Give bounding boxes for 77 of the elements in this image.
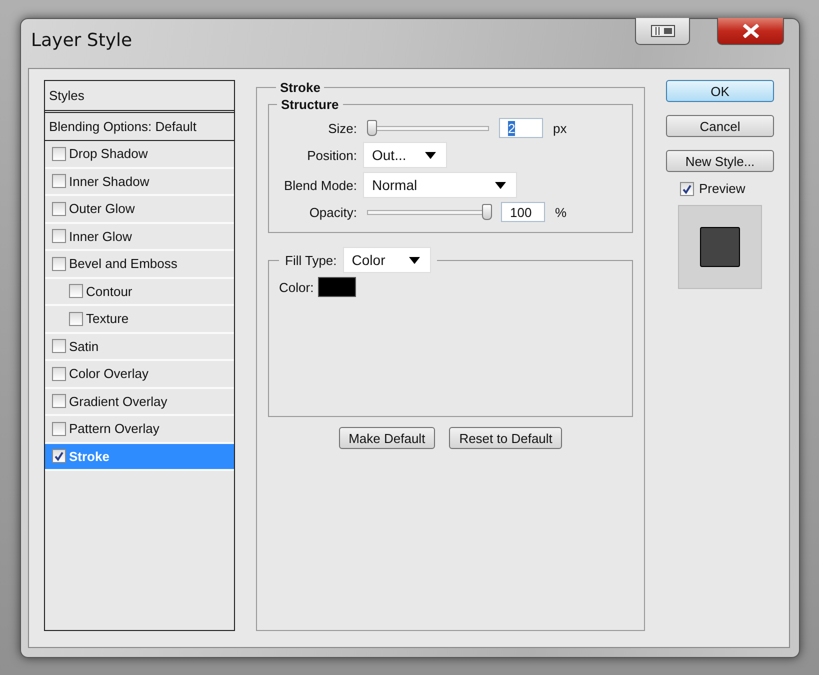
caret-icon (495, 182, 506, 188)
color-swatch[interactable] (318, 277, 356, 297)
style-label: Contour (86, 284, 132, 299)
style-label: Pattern Overlay (69, 421, 160, 436)
number-field[interactable]: 100 (501, 202, 545, 222)
checkbox[interactable] (52, 422, 66, 436)
checkbox[interactable] (52, 256, 66, 271)
field-label: Color: (279, 280, 314, 294)
style-item[interactable]: Inner Shadow (45, 168, 234, 196)
dialog-button[interactable]: OK (666, 80, 774, 102)
dialog-button[interactable]: New Style... (666, 150, 774, 172)
snap-button[interactable] (635, 18, 690, 45)
checkbox[interactable] (52, 394, 66, 408)
close-icon (742, 24, 760, 38)
style-label: Texture (86, 311, 129, 326)
style-item[interactable]: Bevel and Emboss (45, 251, 234, 278)
style-item[interactable]: Satin (45, 334, 234, 361)
caret-icon (425, 152, 436, 158)
window-icon (650, 25, 674, 37)
position-dropdown[interactable]: Out... (363, 142, 447, 168)
group-title: Structure (280, 97, 340, 112)
unit-label: px (553, 120, 567, 136)
field-label: Fill Type: (285, 252, 337, 268)
style-item[interactable]: Outer Glow (45, 196, 234, 224)
style-item[interactable]: Texture (45, 306, 234, 334)
checkmark-icon (682, 184, 692, 194)
checkbox[interactable] (52, 202, 66, 216)
style-label: Inner Shadow (69, 174, 150, 189)
style-label: Gradient Overlay (69, 394, 168, 409)
dropdown-value: Normal (372, 177, 418, 193)
fill-type-dropdown[interactable]: Color (342, 247, 431, 273)
style-label: Satin (69, 338, 99, 354)
style-label: Inner Glow (69, 228, 132, 244)
slider-track[interactable] (367, 204, 491, 220)
blending-options-item[interactable]: Blending Options: Default (45, 113, 234, 141)
style-item[interactable]: Contour (45, 278, 234, 306)
style-label: Color Overlay (69, 366, 148, 382)
field-label: Blend Mode: (283, 178, 358, 192)
checkbox[interactable] (52, 146, 66, 161)
style-label: Bevel and Emboss (69, 256, 178, 272)
styles-header[interactable]: Styles (45, 81, 234, 113)
dropdown-value: Out... (372, 147, 406, 163)
checkbox[interactable] (69, 312, 83, 326)
field-label: Position: (306, 148, 358, 162)
slider-thumb[interactable] (367, 120, 377, 136)
window-title: Layer Style (31, 30, 134, 51)
group-title: Stroke (279, 80, 322, 95)
checkbox[interactable] (52, 366, 66, 381)
style-item[interactable]: Inner Glow (45, 224, 234, 251)
blend-mode-dropdown[interactable]: Normal (363, 172, 517, 198)
style-item[interactable]: Gradient Overlay (45, 388, 234, 416)
style-label: Outer Glow (69, 201, 135, 216)
close-button[interactable] (717, 18, 784, 45)
preview-square (700, 227, 740, 267)
default-button[interactable]: Make Default (338, 427, 436, 449)
style-item[interactable]: Color Overlay (45, 361, 234, 388)
field-label: Opacity: (308, 204, 358, 220)
field-label: Size: (327, 120, 358, 136)
style-label: Stroke (69, 448, 110, 464)
checkbox[interactable] (680, 182, 694, 196)
dialog-button[interactable]: Cancel (666, 115, 774, 137)
dropdown-value: Color (352, 252, 386, 268)
checkbox[interactable] (52, 229, 66, 244)
number-field[interactable]: 2 (499, 118, 543, 138)
unit-label: % (555, 204, 567, 220)
style-item[interactable]: Drop Shadow (45, 141, 234, 168)
checkmark-icon (54, 451, 64, 462)
checkbox[interactable] (52, 339, 66, 354)
slider-thumb[interactable] (482, 204, 492, 220)
checkbox[interactable] (52, 449, 66, 464)
caret-icon (408, 256, 420, 264)
checkbox[interactable] (69, 284, 83, 298)
style-label: Drop Shadow (69, 146, 148, 162)
slider-track[interactable] (367, 120, 489, 136)
checkbox[interactable] (52, 174, 66, 188)
preview-label: Preview (699, 181, 746, 196)
default-button[interactable]: Reset to Default (449, 427, 562, 449)
